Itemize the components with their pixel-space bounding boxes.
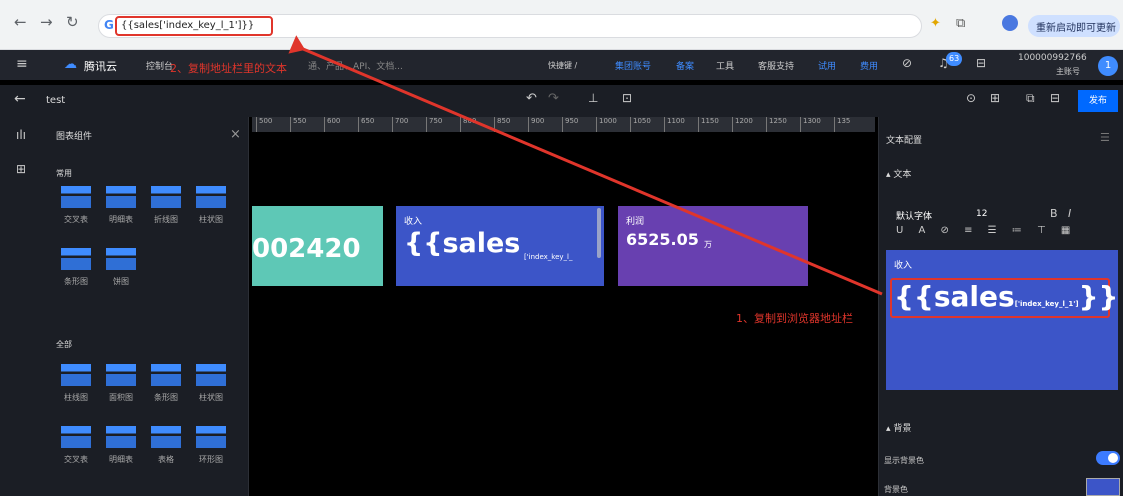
all-component-icon-4[interactable] xyxy=(61,426,91,448)
common-component-icon-5[interactable] xyxy=(106,248,136,270)
common-component-icon-0[interactable] xyxy=(61,186,91,208)
all-component-icon-2[interactable] xyxy=(151,364,181,386)
all-component-icon-6[interactable] xyxy=(151,426,181,448)
all-component-icon-0[interactable] xyxy=(61,364,91,386)
all-component-label-2[interactable]: 条形图 xyxy=(146,392,186,403)
common-component-icon-2[interactable] xyxy=(151,186,181,208)
all-component-label-4[interactable]: 交叉表 xyxy=(56,454,96,465)
common-component-icon-1[interactable] xyxy=(106,186,136,208)
all-component-label-7[interactable]: 环形图 xyxy=(191,454,231,465)
all-component-icon-3[interactable] xyxy=(196,364,226,386)
common-component-label-5[interactable]: 饼图 xyxy=(101,276,141,287)
all-component-icon-7[interactable] xyxy=(196,426,226,448)
common-component-label-0[interactable]: 交叉表 xyxy=(56,214,96,225)
common-component-icon-3[interactable] xyxy=(196,186,226,208)
all-component-label-0[interactable]: 柱线图 xyxy=(56,392,96,403)
common-component-label-1[interactable]: 明细表 xyxy=(101,214,141,225)
common-component-label-2[interactable]: 折线图 xyxy=(146,214,186,225)
all-component-label-1[interactable]: 面积图 xyxy=(101,392,141,403)
common-component-label-3[interactable]: 柱状图 xyxy=(191,214,231,225)
annotation-arrow xyxy=(288,35,883,296)
common-component-icon-4[interactable] xyxy=(61,248,91,270)
common-component-label-4[interactable]: 条形图 xyxy=(56,276,96,287)
all-component-icon-1[interactable] xyxy=(106,364,136,386)
all-component-label-5[interactable]: 明细表 xyxy=(101,454,141,465)
all-component-icon-5[interactable] xyxy=(106,426,136,448)
all-component-label-6[interactable]: 表格 xyxy=(146,454,186,465)
all-component-label-3[interactable]: 柱状图 xyxy=(191,392,231,403)
